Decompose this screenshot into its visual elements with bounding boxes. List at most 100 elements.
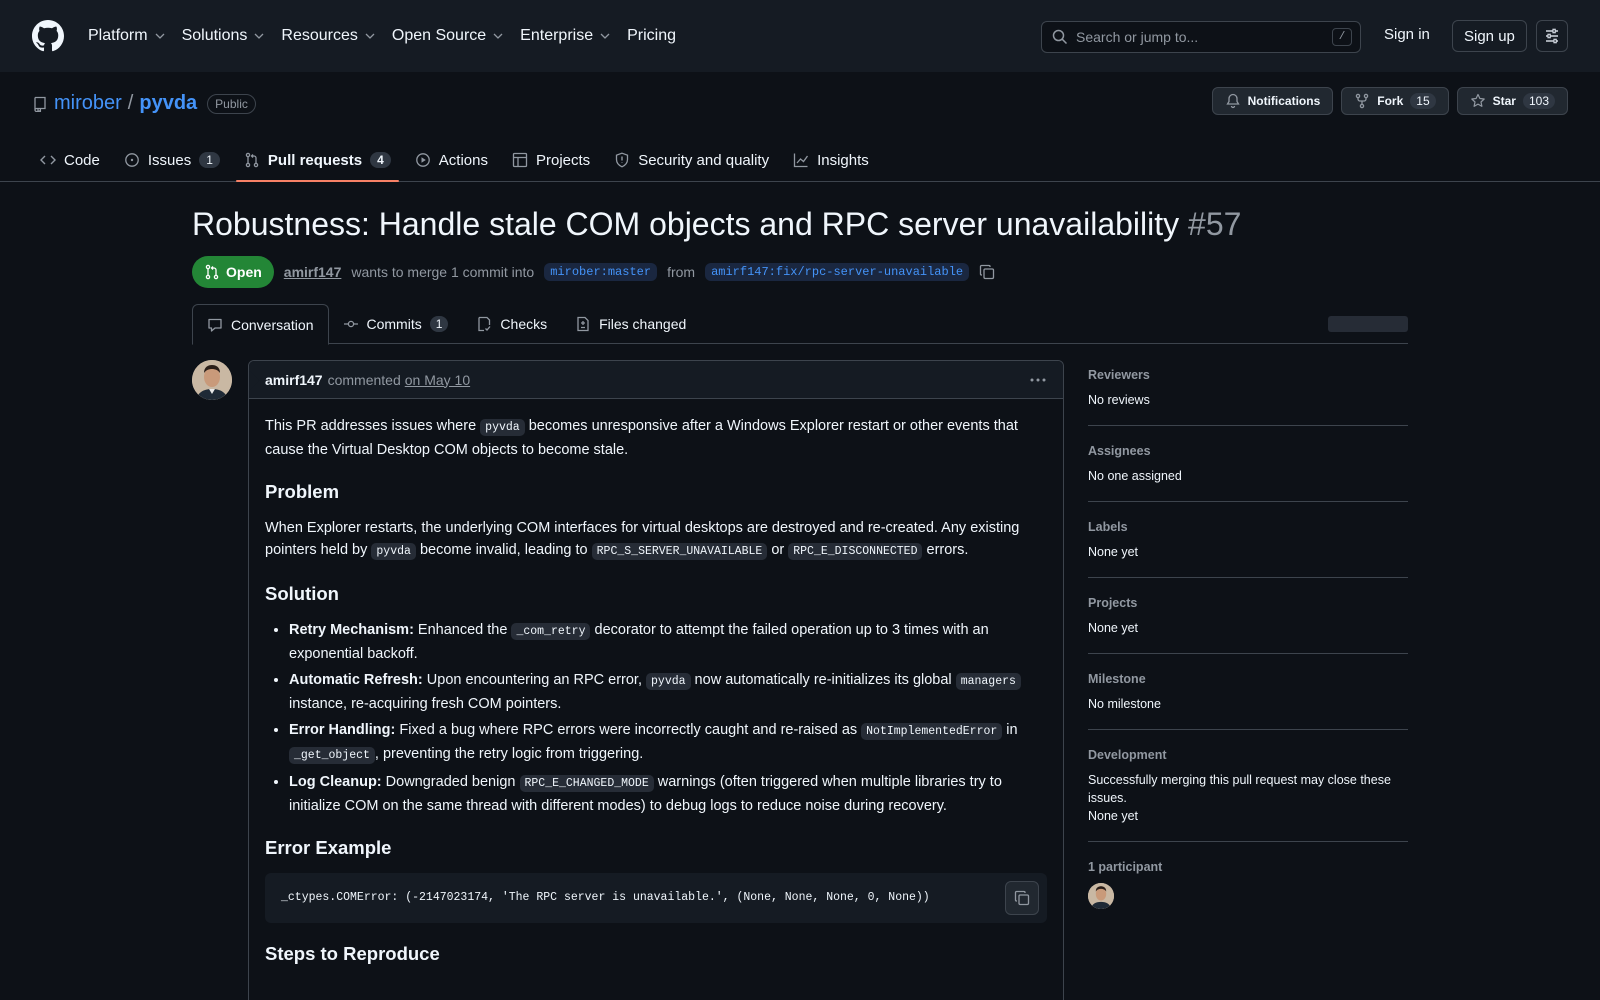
tab-insights[interactable]: Insights bbox=[785, 138, 877, 182]
search-shortcut-key: / bbox=[1332, 28, 1352, 46]
tab-files-changed[interactable]: Files changed bbox=[561, 304, 700, 344]
chevron-down-icon bbox=[155, 33, 165, 39]
comment-action: commented bbox=[327, 371, 401, 388]
list-item: Retry Mechanism: Enhanced the _com_retry… bbox=[289, 619, 1047, 665]
text: This PR addresses issues where bbox=[265, 418, 481, 434]
avatar[interactable] bbox=[192, 360, 232, 400]
tab-label: Security and quality bbox=[638, 151, 770, 169]
repo-title: mirober / pyvda Public bbox=[32, 92, 256, 115]
list-item: Error Handling: Fixed a bug where RPC er… bbox=[289, 719, 1047, 767]
text: Upon encountering an RPC error, bbox=[422, 672, 647, 688]
tab-security[interactable]: Security and quality bbox=[606, 138, 777, 182]
repo-name-link[interactable]: pyvda bbox=[139, 92, 197, 115]
head-branch[interactable]: amirf147:fix/rpc-server-unavailable bbox=[705, 263, 970, 281]
tab-actions[interactable]: Actions bbox=[407, 138, 496, 182]
text: in bbox=[1002, 722, 1018, 738]
tab-checks[interactable]: Checks bbox=[462, 304, 561, 344]
tab-code[interactable]: Code bbox=[32, 138, 108, 182]
nav-open-source[interactable]: Open Source bbox=[392, 27, 504, 45]
pull-request-icon bbox=[245, 152, 259, 168]
status-badge: Open bbox=[192, 256, 274, 288]
loading-placeholder bbox=[1328, 316, 1408, 332]
issue-icon bbox=[125, 153, 139, 167]
text: instance, re-acquiring fresh COM pointer… bbox=[289, 696, 562, 712]
file-diff-icon bbox=[577, 316, 589, 332]
text: now automatically re-initializes its glo… bbox=[690, 672, 956, 688]
copy-button[interactable] bbox=[1005, 881, 1039, 915]
visibility-badge: Public bbox=[207, 93, 256, 114]
copy-icon[interactable] bbox=[979, 264, 995, 280]
tab-conversation[interactable]: Conversation bbox=[192, 304, 329, 345]
nav-platform[interactable]: Platform bbox=[88, 27, 166, 45]
pr-title-text: Robustness: Handle stale COM objects and… bbox=[192, 206, 1180, 242]
tab-label: Actions bbox=[438, 151, 488, 169]
star-label: Star bbox=[1492, 94, 1516, 108]
tab-projects[interactable]: Projects bbox=[504, 138, 598, 182]
inline-code: pyvda bbox=[646, 673, 691, 690]
fork-label: Fork bbox=[1377, 94, 1404, 108]
participant-avatar[interactable] bbox=[1088, 883, 1114, 909]
nav-resources[interactable]: Resources bbox=[281, 27, 375, 45]
fork-icon bbox=[1356, 93, 1369, 109]
commit-icon bbox=[343, 320, 358, 328]
pr-status-row: Open amirf147 wants to merge 1 commit in… bbox=[192, 256, 995, 288]
tab-commits[interactable]: Commits 1 bbox=[329, 304, 463, 344]
milestone-label: Milestone bbox=[1088, 672, 1146, 686]
github-logo-icon[interactable] bbox=[32, 20, 64, 52]
intro-paragraph: This PR addresses issues where pyvda bec… bbox=[265, 415, 1047, 461]
repo-owner-link[interactable]: mirober bbox=[54, 92, 122, 115]
code-text: _ctypes.COMError: (-2147023174, 'The RPC… bbox=[281, 891, 930, 904]
nav-pricing[interactable]: Pricing bbox=[627, 27, 676, 45]
notifications-button[interactable]: Notifications bbox=[1211, 87, 1334, 115]
tab-issues[interactable]: Issues 1 bbox=[116, 138, 228, 182]
development-label: Development bbox=[1088, 748, 1167, 762]
play-icon bbox=[415, 153, 430, 167]
star-count: 103 bbox=[1522, 93, 1555, 109]
projects-label: Projects bbox=[1088, 596, 1138, 610]
reviewers-label: Reviewers bbox=[1088, 368, 1150, 382]
problem-paragraph: When Explorer restarts, the underlying C… bbox=[265, 517, 1047, 563]
fork-button[interactable]: Fork 15 bbox=[1341, 87, 1449, 115]
inline-code: NotImplementedError bbox=[861, 723, 1003, 740]
nav-label: Enterprise bbox=[520, 27, 594, 44]
merge-text-from: from bbox=[667, 264, 696, 280]
milestone-section: Milestone No milestone bbox=[1088, 664, 1408, 730]
assignees-value: No one assigned bbox=[1088, 469, 1182, 483]
comment-date[interactable]: on May 10 bbox=[405, 372, 470, 388]
chevron-down-icon bbox=[493, 33, 503, 39]
nav-enterprise[interactable]: Enterprise bbox=[520, 27, 611, 45]
search-input[interactable]: Search or jump to... / bbox=[1041, 21, 1361, 53]
nav-label: Platform bbox=[88, 27, 148, 44]
pr-author-link[interactable]: amirf147 bbox=[284, 264, 342, 280]
bullet-title: Automatic Refresh: bbox=[289, 672, 423, 688]
base-branch[interactable]: mirober:master bbox=[544, 263, 658, 281]
sign-up-button[interactable]: Sign up bbox=[1452, 20, 1527, 52]
status-label: Open bbox=[226, 264, 262, 280]
inline-code: RPC_S_SERVER_UNAVAILABLE bbox=[591, 543, 768, 560]
pull-requests-count: 4 bbox=[370, 152, 391, 168]
issues-count: 1 bbox=[199, 152, 220, 168]
star-button[interactable]: Star 103 bbox=[1456, 87, 1568, 115]
labels-label: Labels bbox=[1088, 520, 1128, 534]
text: or bbox=[767, 542, 789, 558]
comment-header: amirf147 commented on May 10 bbox=[249, 361, 1063, 399]
graph-icon bbox=[793, 153, 809, 168]
nav-solutions[interactable]: Solutions bbox=[182, 27, 266, 45]
text: Enhanced the bbox=[413, 622, 512, 638]
development-section: Development Successfully merging this pu… bbox=[1088, 740, 1408, 842]
comment-author[interactable]: amirf147 bbox=[265, 372, 323, 388]
sign-in-link[interactable]: Sign in bbox=[1384, 26, 1430, 43]
tab-pull-requests[interactable]: Pull requests 4 bbox=[235, 138, 399, 182]
copy-icon bbox=[1014, 890, 1030, 906]
steps-heading: Steps to Reproduce bbox=[265, 943, 440, 964]
kebab-horizontal-icon[interactable] bbox=[1029, 372, 1047, 388]
chevron-down-icon bbox=[365, 33, 375, 39]
tab-label: Pull requests bbox=[267, 151, 363, 169]
merge-text: wants to merge 1 commit into bbox=[351, 264, 535, 280]
assignees-section: Assignees No one assigned bbox=[1088, 436, 1408, 502]
settings-menu-button[interactable] bbox=[1536, 20, 1568, 52]
fork-count: 15 bbox=[1410, 93, 1436, 109]
inline-code: _get_object bbox=[289, 747, 375, 764]
pull-request-icon bbox=[205, 264, 219, 280]
inline-code: RPC_E_DISCONNECTED bbox=[788, 543, 923, 560]
